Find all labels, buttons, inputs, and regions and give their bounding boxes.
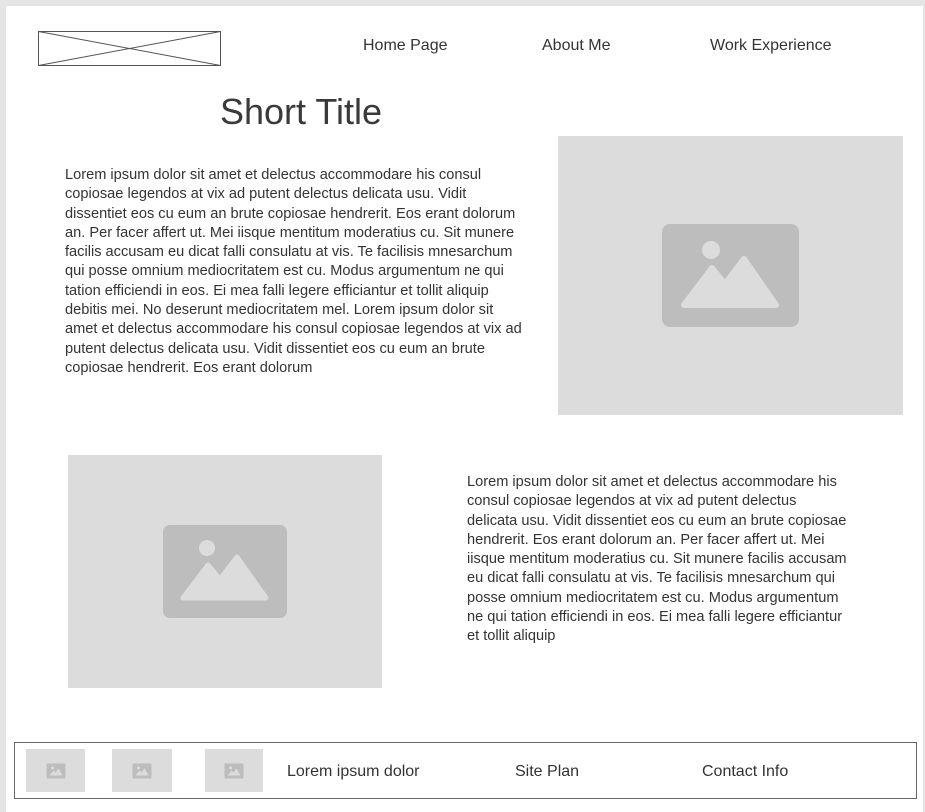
image-placeholder-icon — [224, 763, 244, 778]
footer-link-contact-info[interactable]: Contact Info — [702, 763, 788, 781]
footer-image-2[interactable] — [112, 749, 172, 792]
logo-placeholder-icon — [38, 31, 221, 66]
image-placeholder-icon — [163, 525, 287, 618]
image-placeholder-icon — [46, 763, 65, 778]
footer: Lorem ipsum dolor Site Plan Contact Info — [14, 742, 917, 799]
section2-text: Lorem ipsum dolor sit amet et delectus a… — [467, 474, 847, 645]
page: Home Page About Me Work Experience Short… — [6, 6, 923, 812]
section2-image — [68, 455, 382, 688]
footer-link-lorem[interactable]: Lorem ipsum dolor — [287, 763, 420, 781]
image-placeholder-icon — [662, 224, 799, 327]
footer-link-site-plan[interactable]: Site Plan — [515, 763, 579, 781]
logo[interactable] — [38, 31, 221, 66]
page-title: Short Title — [220, 91, 383, 132]
image-placeholder-icon — [132, 763, 152, 778]
nav-home-page[interactable]: Home Page — [363, 37, 448, 55]
section1-text: Lorem ipsum dolor sit amet et delectus a… — [65, 167, 522, 376]
section1-image — [558, 136, 903, 415]
nav-work-experience[interactable]: Work Experience — [710, 37, 832, 55]
footer-image-1[interactable] — [26, 749, 85, 792]
nav-about-me[interactable]: About Me — [542, 37, 610, 55]
footer-image-3[interactable] — [205, 749, 263, 792]
